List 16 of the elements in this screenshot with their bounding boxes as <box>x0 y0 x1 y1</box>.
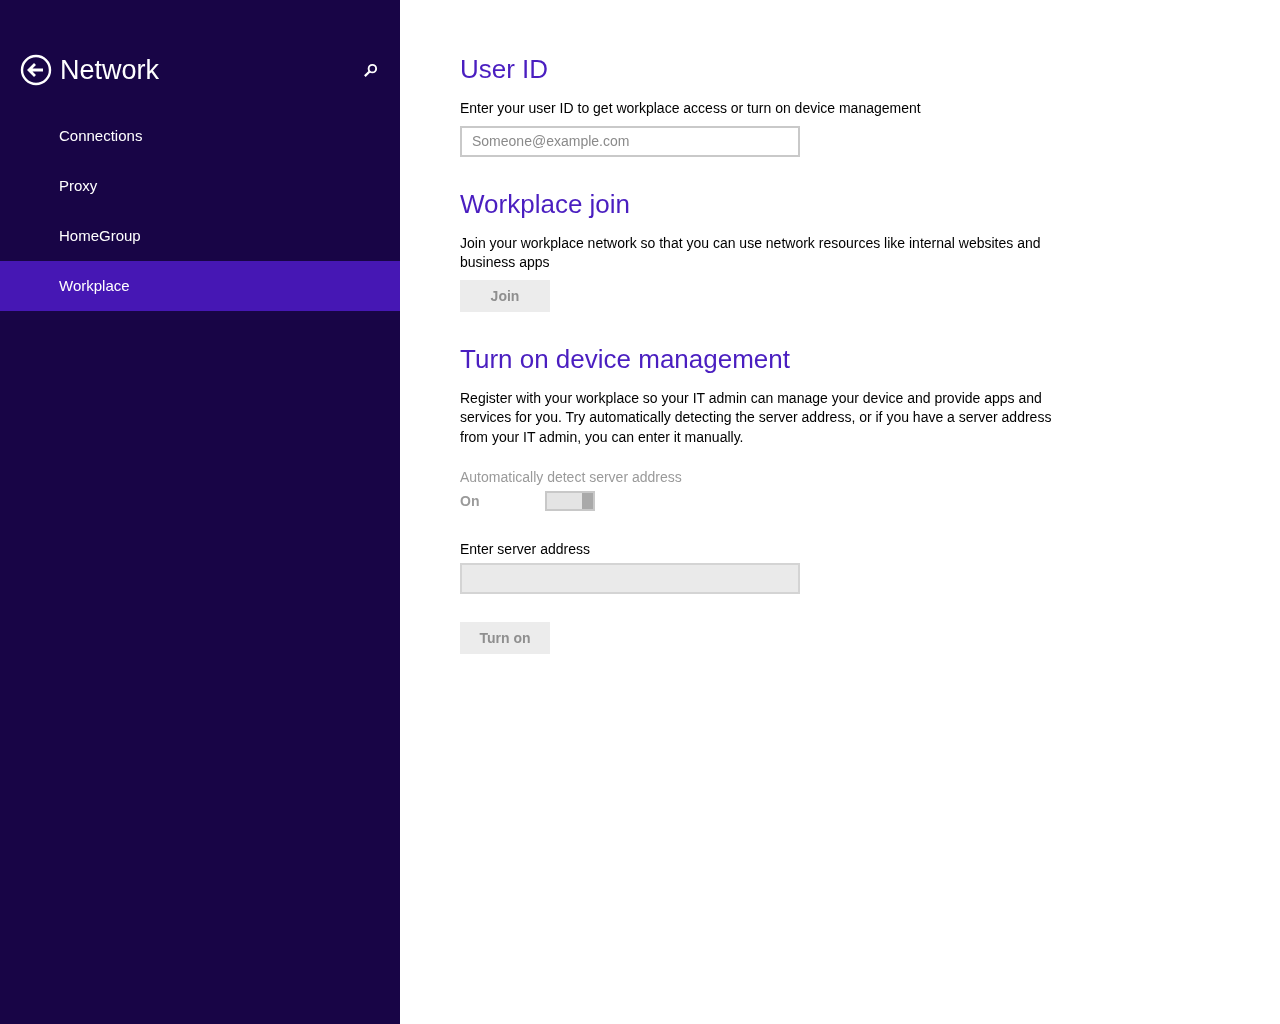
sidebar-item[interactable]: Connections <box>0 111 400 161</box>
section-heading: Workplace join <box>460 187 632 221</box>
section-description: Enter your user ID to get workplace access or turn on device management <box>460 99 922 118</box>
field-label: Enter server address <box>460 541 591 557</box>
section-description: Register with your workplace so your IT admin can manage your device and provide apps and services for you. Try automatically detecting the server address, or if you have a server address from your IT admin, you can enter it manually. <box>460 388 1053 447</box>
user-id-field[interactable]: Someone@example.com <box>460 125 800 157</box>
toggle-state-text: On <box>460 493 481 509</box>
sidebar-item[interactable]: HomeGroup <box>0 211 400 261</box>
section-description: Join your workplace network so that you can use network resources like internal websites and business apps <box>460 233 1042 272</box>
search-icon[interactable] <box>363 62 378 78</box>
sidebar-item[interactable]: Proxy <box>0 161 400 211</box>
section-heading: Turn on device management <box>460 342 791 376</box>
sidebar-title: Network <box>60 54 161 86</box>
toggle-label: Automatically detect server address <box>460 469 683 485</box>
sidebar-item[interactable]: Workplace <box>0 261 400 311</box>
section-heading: User ID <box>460 53 550 86</box>
